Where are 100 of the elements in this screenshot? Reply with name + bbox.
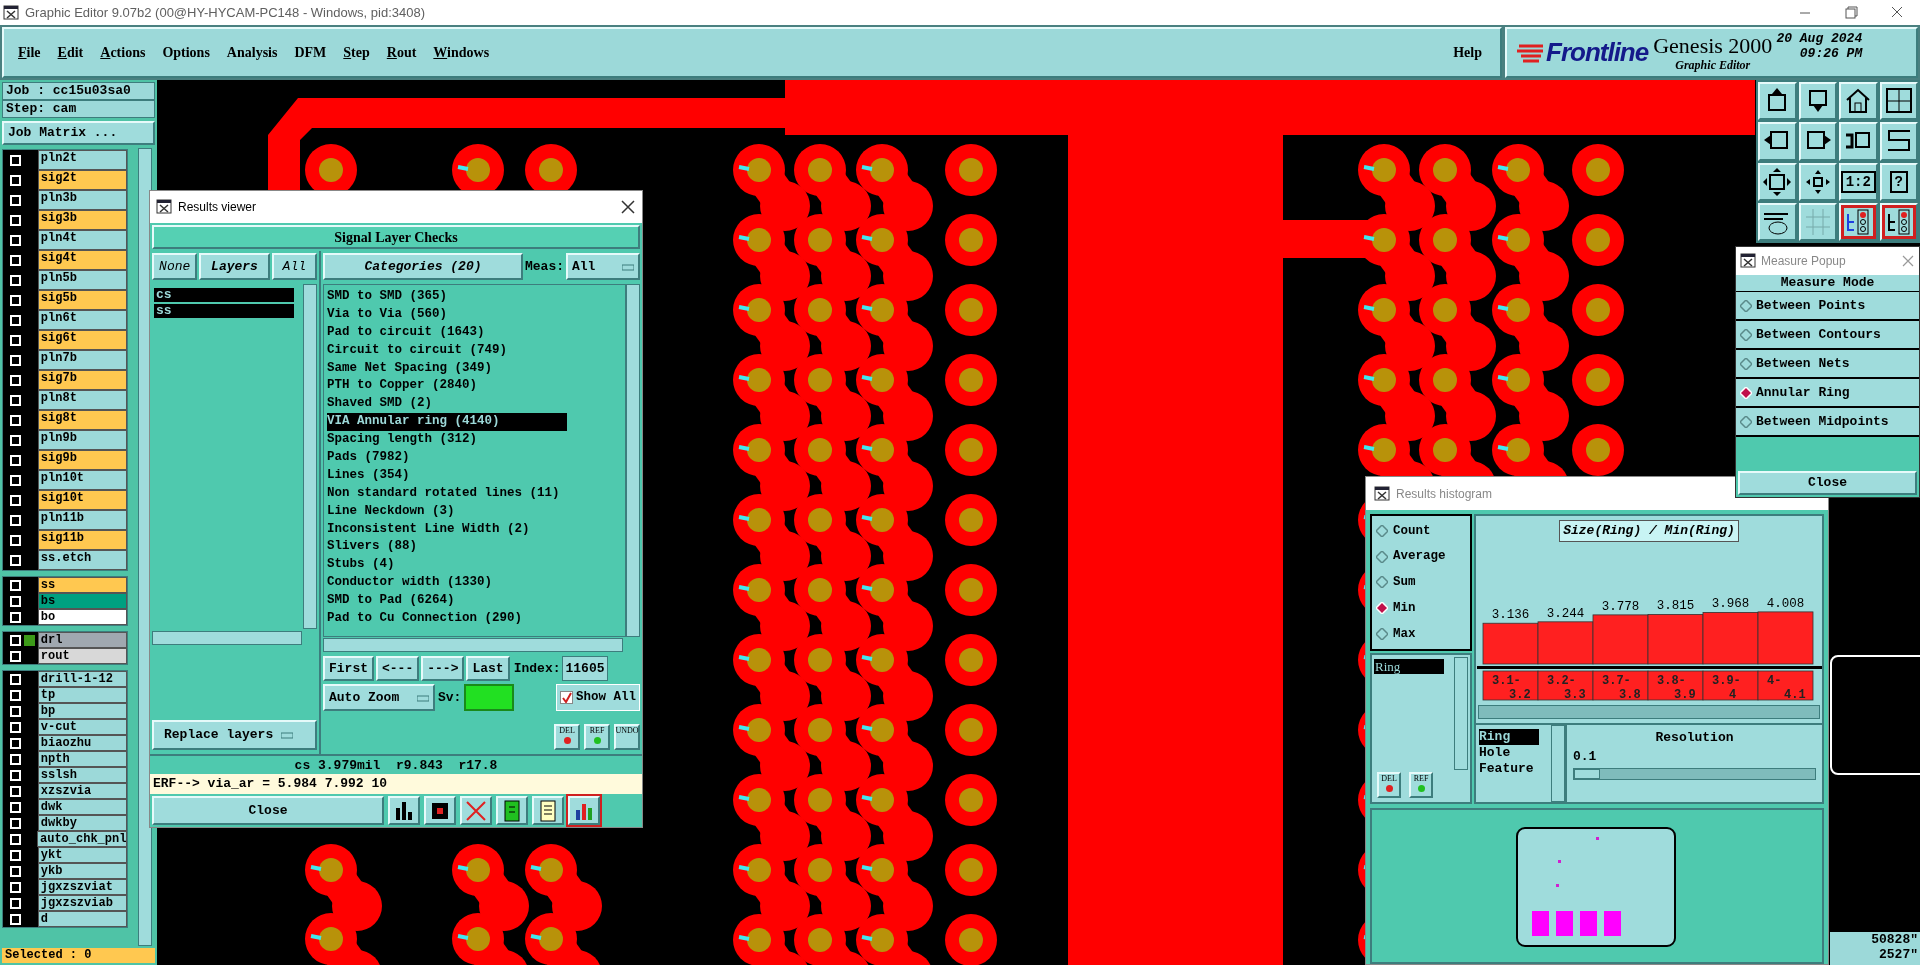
toolbar-button[interactable] xyxy=(1758,82,1797,121)
layer-checkbox[interactable] xyxy=(10,154,21,166)
layer-checkbox[interactable] xyxy=(10,881,21,893)
toolbar-button[interactable]: 1:2 xyxy=(1839,162,1878,201)
category-item[interactable]: Circuit to circuit (749) xyxy=(327,341,567,360)
layer-name[interactable]: sig8t xyxy=(37,410,127,430)
layer-checkbox[interactable] xyxy=(10,434,21,446)
layer-list-item[interactable]: cs xyxy=(154,288,294,302)
action-button[interactable]: REF xyxy=(1409,772,1433,798)
scrollbar[interactable] xyxy=(303,284,317,629)
layer-filter-button[interactable]: None xyxy=(152,253,198,280)
close-button[interactable]: Close xyxy=(1738,471,1917,495)
toolbar-button[interactable]: ? xyxy=(1879,162,1918,201)
layer-name[interactable]: dwkby xyxy=(37,815,127,831)
layer-name[interactable]: sslsh xyxy=(37,767,127,783)
layer-checkbox[interactable] xyxy=(10,534,21,546)
layer-name[interactable]: pln4t xyxy=(37,230,127,250)
layer-list-item[interactable]: ss xyxy=(154,304,294,318)
layer-checkbox[interactable] xyxy=(10,913,21,925)
layer-checkbox[interactable] xyxy=(10,579,21,591)
layer-name[interactable]: drill-1-12 xyxy=(37,671,127,687)
radio-option[interactable]: Max xyxy=(1372,624,1470,644)
layer-name[interactable]: pln7b xyxy=(37,350,127,370)
layer-checkbox[interactable] xyxy=(10,234,21,246)
radio-option[interactable]: Between Contours xyxy=(1736,321,1919,350)
tool-button[interactable] xyxy=(388,796,420,825)
category-item[interactable]: Stubs (4) xyxy=(327,556,567,575)
action-button[interactable]: UNDO xyxy=(614,724,640,750)
layer-checkbox[interactable] xyxy=(10,194,21,206)
field-list-item[interactable]: Ring xyxy=(1374,659,1444,674)
layer-checkbox[interactable] xyxy=(10,650,21,662)
menu-item[interactable]: Windows xyxy=(433,42,490,63)
layer-name[interactable]: sig3b xyxy=(37,210,127,230)
layer-name[interactable]: d xyxy=(37,911,127,927)
menu-item[interactable]: Analysis xyxy=(226,42,278,63)
layer-filter-button[interactable]: All xyxy=(271,253,317,280)
toolbar-button[interactable] xyxy=(1839,82,1878,121)
layer-checkbox[interactable] xyxy=(10,721,21,733)
nav-button[interactable]: Last xyxy=(466,656,510,681)
radio-option[interactable]: Between Nets xyxy=(1736,350,1919,379)
layer-name[interactable]: pln9b xyxy=(37,430,127,450)
layer-checkbox[interactable] xyxy=(10,354,21,366)
layer-checkbox[interactable] xyxy=(10,753,21,765)
category-item[interactable]: Inconsistent Line Width (2) xyxy=(327,520,567,539)
layer-checkbox[interactable] xyxy=(10,737,21,749)
layer-name[interactable]: ykt xyxy=(37,847,127,863)
category-item[interactable]: Slivers (88) xyxy=(327,538,567,557)
layer-checkbox[interactable] xyxy=(10,414,21,426)
layer-checkbox[interactable] xyxy=(10,474,21,486)
attribute-list-item[interactable]: Ring xyxy=(1479,728,1539,745)
radio-option[interactable]: Average xyxy=(1372,547,1470,567)
radio-option[interactable]: Between Points xyxy=(1736,292,1919,321)
layer-name[interactable]: rout xyxy=(37,648,127,664)
menu-item[interactable]: Actions xyxy=(100,42,146,63)
layer-name[interactable]: pln8t xyxy=(37,390,127,410)
category-item[interactable]: Pad to circuit (1643) xyxy=(327,323,567,342)
radio-option[interactable]: Min xyxy=(1372,598,1470,618)
layer-name[interactable]: bs xyxy=(37,593,127,609)
radio-option[interactable]: Annular Ring xyxy=(1736,379,1919,408)
layer-checkbox[interactable] xyxy=(10,689,21,701)
layer-name[interactable]: pln2t xyxy=(37,150,127,170)
layer-name[interactable]: sig7b xyxy=(37,370,127,390)
nav-button[interactable]: First xyxy=(323,656,374,681)
category-item[interactable]: Line Neckdown (3) xyxy=(327,502,567,521)
help-menu[interactable]: Help xyxy=(1453,42,1482,63)
menu-item[interactable]: Options xyxy=(162,42,210,63)
action-button[interactable]: DEL xyxy=(1377,772,1401,798)
layer-checkbox[interactable] xyxy=(10,454,21,466)
layer-checkbox[interactable] xyxy=(10,174,21,186)
layer-name[interactable]: sig4t xyxy=(37,250,127,270)
layer-checkbox[interactable] xyxy=(10,214,21,226)
category-item[interactable]: Spacing length (312) xyxy=(327,431,567,449)
menu-item[interactable]: DFM xyxy=(294,42,327,63)
action-button[interactable]: REF xyxy=(584,724,610,750)
tool-button[interactable] xyxy=(424,796,456,825)
layer-name[interactable]: sig11b xyxy=(37,530,127,550)
layer-name[interactable]: jgxzszviab xyxy=(37,895,127,911)
menu-item[interactable]: Rout xyxy=(386,42,417,63)
toolbar-button[interactable] xyxy=(1798,122,1837,161)
category-item[interactable]: Via to Via (560) xyxy=(327,305,567,324)
slider-thumb[interactable] xyxy=(1574,768,1600,779)
menu-item[interactable]: Step xyxy=(343,42,370,63)
job-matrix-button[interactable]: Job Matrix ... xyxy=(2,121,155,145)
scrollbar[interactable] xyxy=(1454,657,1468,770)
toolbar-button[interactable] xyxy=(1758,122,1797,161)
category-item[interactable]: Pad to Cu Connection (290) xyxy=(327,610,567,628)
layer-name[interactable]: pln11b xyxy=(37,510,127,530)
category-item[interactable]: Same Net Spacing (349) xyxy=(327,359,567,378)
radio-option[interactable]: Count xyxy=(1372,521,1470,541)
layer-name[interactable]: dwk xyxy=(37,799,127,815)
category-item[interactable]: PTH to Copper (2840) xyxy=(327,377,567,396)
toolbar-button[interactable] xyxy=(1798,82,1837,121)
scrollbar[interactable] xyxy=(1478,704,1820,719)
layer-checkbox[interactable] xyxy=(10,374,21,386)
layer-name[interactable]: auto_chk_pnl xyxy=(37,831,127,847)
layer-checkbox[interactable] xyxy=(10,595,21,607)
category-item[interactable]: SMD to SMD (365) xyxy=(327,288,567,306)
resolution-slider[interactable] xyxy=(1573,767,1816,780)
toolbar-button[interactable] xyxy=(1758,202,1797,241)
layer-checkbox[interactable] xyxy=(10,634,21,646)
